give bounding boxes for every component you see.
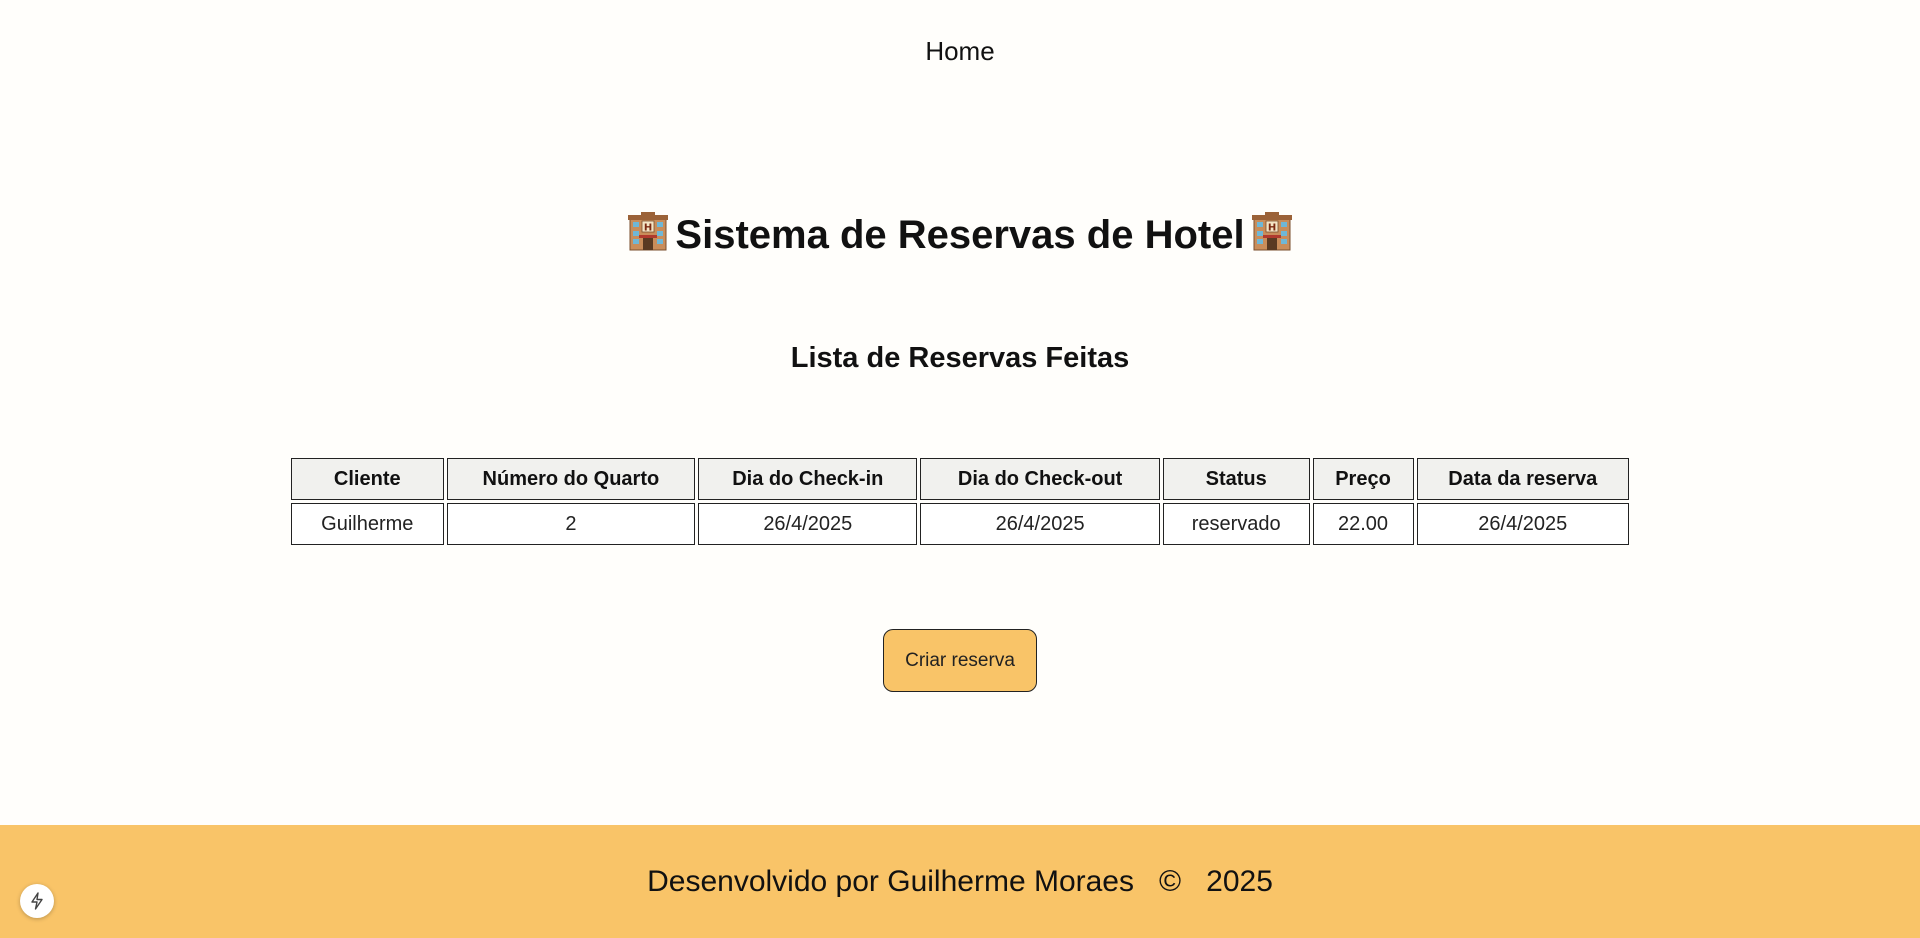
column-header-data-reserva: Data da reserva bbox=[1416, 458, 1629, 500]
page-title-text: Sistema de Reservas de Hotel bbox=[675, 213, 1245, 257]
table-row: Guilherme 2 26/4/2025 26/4/2025 reservad… bbox=[291, 503, 1629, 545]
nav-home-link[interactable]: Home bbox=[925, 36, 994, 66]
table-header-row: Cliente Número do Quarto Dia do Check-in… bbox=[291, 458, 1629, 500]
column-header-cliente: Cliente bbox=[291, 458, 444, 500]
top-nav: Home bbox=[0, 36, 1920, 67]
create-reservation-button[interactable]: Criar reserva bbox=[883, 629, 1037, 692]
column-header-preco: Preço bbox=[1312, 458, 1414, 500]
column-header-status: Status bbox=[1162, 458, 1310, 500]
column-header-check-in: Dia do Check-in bbox=[698, 458, 918, 500]
hotel-icon: H bbox=[628, 212, 669, 251]
footer-year: 2025 bbox=[1206, 864, 1273, 898]
cell-data-reserva: 26/4/2025 bbox=[1416, 503, 1629, 545]
column-header-numero-quarto: Número do Quarto bbox=[446, 458, 696, 500]
page: Home H Sistema de Reservas de Hotel H Li… bbox=[0, 0, 1920, 938]
svg-text:H: H bbox=[1267, 223, 1275, 234]
dev-indicator-button[interactable] bbox=[20, 884, 54, 918]
copyright-symbol: © bbox=[1159, 864, 1182, 898]
column-header-check-out: Dia do Check-out bbox=[920, 458, 1160, 500]
cell-status: reservado bbox=[1162, 503, 1310, 545]
svg-text:H: H bbox=[644, 223, 652, 234]
hotel-icon: H bbox=[1251, 212, 1292, 251]
cell-check-out: 26/4/2025 bbox=[920, 503, 1160, 545]
footer-credit-text: Desenvolvido por Guilherme Moraes bbox=[647, 864, 1134, 898]
cell-preco: 22.00 bbox=[1312, 503, 1414, 545]
reservations-table: Cliente Número do Quarto Dia do Check-in… bbox=[288, 455, 1632, 548]
footer: Desenvolvido por Guilherme Moraes © 2025 bbox=[0, 825, 1920, 938]
cell-numero-quarto: 2 bbox=[446, 503, 696, 545]
page-title: H Sistema de Reservas de Hotel H bbox=[0, 212, 1920, 258]
bolt-icon bbox=[31, 892, 43, 910]
cell-cliente: Guilherme bbox=[291, 503, 444, 545]
cell-check-in: 26/4/2025 bbox=[698, 503, 918, 545]
reservations-table-container: Cliente Número do Quarto Dia do Check-in… bbox=[288, 455, 1632, 548]
reservations-list-heading: Lista de Reservas Feitas bbox=[790, 342, 1130, 374]
